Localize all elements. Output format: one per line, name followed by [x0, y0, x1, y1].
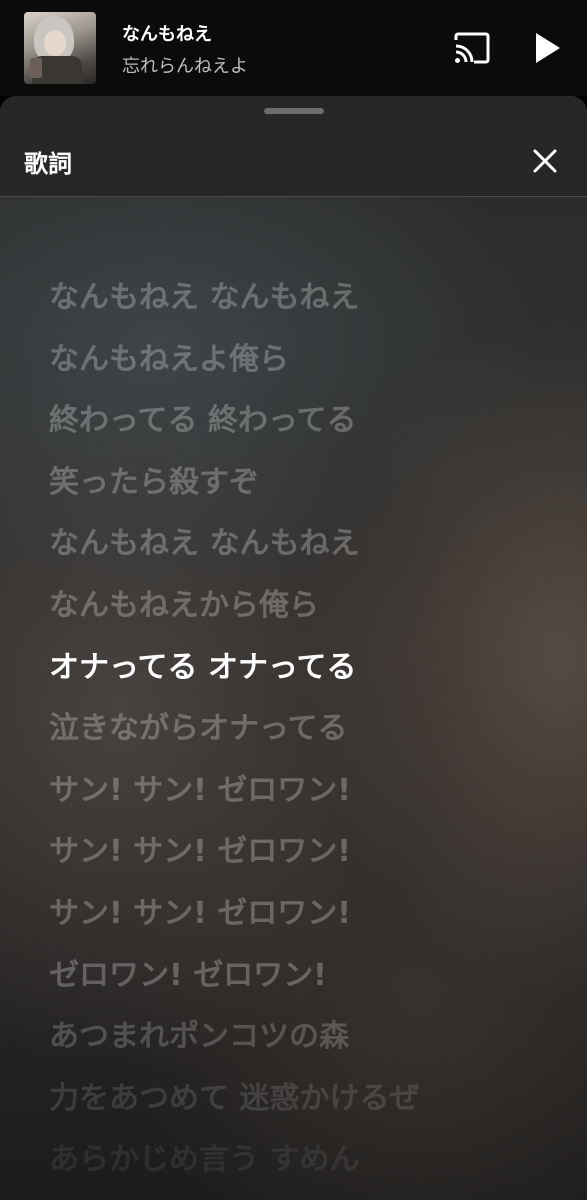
- lyric-line[interactable]: なんもねえ なんもねえ: [49, 522, 419, 584]
- lyric-line[interactable]: 泣きながらオナってる: [49, 707, 419, 769]
- lyric-line[interactable]: なんもねえよ俺ら: [49, 338, 419, 400]
- lyric-line[interactable]: ゼロワン! ゼロワン!: [49, 954, 419, 1016]
- lyric-line[interactable]: 笑ったら殺すぞ: [49, 461, 419, 523]
- lyric-line[interactable]: あらかじめ言う すめん: [49, 1138, 419, 1200]
- lyric-line-active[interactable]: オナってる オナってる: [49, 646, 419, 708]
- lyrics-list: なんもねえ なんもねえ なんもねえよ俺ら 終わってる 終わってる 笑ったら殺すぞ…: [49, 276, 419, 1200]
- lyric-line[interactable]: あつまれポンコツの森: [49, 1015, 419, 1077]
- cast-icon[interactable]: [454, 32, 490, 64]
- lyrics-title: 歌詞: [24, 150, 72, 178]
- album-art-face: [44, 30, 66, 56]
- lyric-line[interactable]: 終わってる 終わってる: [49, 399, 419, 461]
- lyric-line[interactable]: なんもねえ なんもねえ: [49, 276, 419, 338]
- header-divider: [0, 196, 587, 197]
- album-art[interactable]: [24, 12, 96, 84]
- mini-player[interactable]: なんもねえ 忘れらんねえよ: [0, 0, 587, 96]
- lyric-line[interactable]: 力をあつめて 迷惑かけるぜ: [49, 1077, 419, 1139]
- drag-handle[interactable]: [264, 108, 324, 114]
- play-icon[interactable]: [530, 30, 564, 66]
- track-title: なんもねえ: [122, 24, 212, 45]
- lyric-line[interactable]: サン! サン! ゼロワン!: [49, 892, 419, 954]
- album-art-can: [30, 58, 42, 78]
- close-icon[interactable]: [530, 146, 560, 176]
- lyric-line[interactable]: サン! サン! ゼロワン!: [49, 769, 419, 831]
- lyric-line[interactable]: なんもねえから俺ら: [49, 584, 419, 646]
- track-artist: 忘れらんねえよ: [122, 56, 248, 77]
- lyrics-sheet: 歌詞 なんもねえ なんもねえ なんもねえよ俺ら 終わってる 終わってる 笑ったら…: [0, 96, 587, 1200]
- lyric-line[interactable]: サン! サン! ゼロワン!: [49, 830, 419, 892]
